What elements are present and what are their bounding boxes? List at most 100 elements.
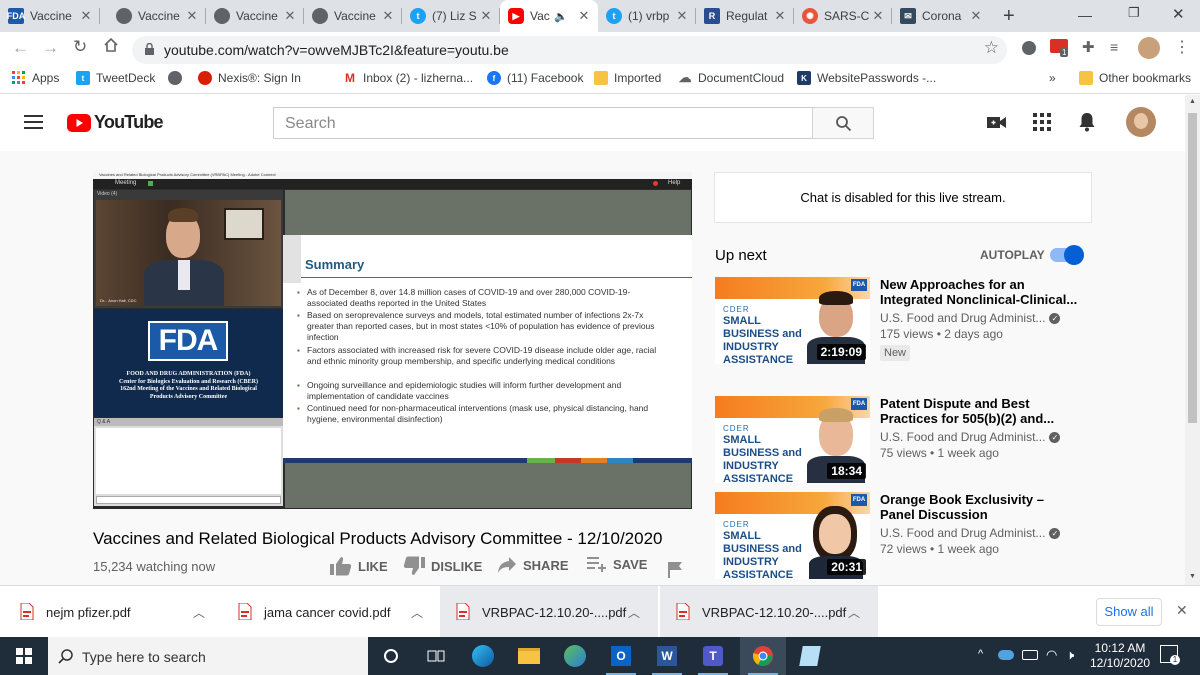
system-clock[interactable]: 10:12 AM 12/10/2020	[1090, 641, 1150, 671]
browser-tab[interactable]: t (1) vrbp ✕	[598, 0, 696, 32]
recommendation-item[interactable]: FDA CDER SMALL BUSINESS and INDUSTRY ASS…	[715, 277, 1093, 367]
maps-taskbar-button[interactable]	[552, 637, 598, 675]
browser-tab[interactable]: Vaccine ✕	[206, 0, 304, 32]
chevron-up-icon[interactable]: ︿	[628, 604, 640, 621]
account-avatar[interactable]	[1126, 107, 1156, 137]
show-all-button[interactable]: Show all	[1096, 598, 1162, 626]
browser-tab[interactable]: t (7) Liz S ✕	[402, 0, 500, 32]
extension-red-icon[interactable]: 1	[1050, 39, 1069, 57]
browser-tab[interactable]: ✉ Corona ✕	[892, 0, 990, 32]
save-button[interactable]: SAVE	[587, 556, 647, 572]
windows-start-button[interactable]	[0, 637, 48, 675]
chrome-taskbar-button[interactable]	[740, 637, 786, 675]
report-flag-icon[interactable]	[668, 562, 682, 583]
chevron-up-icon[interactable]: ︿	[848, 604, 860, 621]
youtube-logo[interactable]: YouTube	[67, 112, 164, 133]
word-taskbar-button[interactable]: W	[644, 637, 690, 675]
file-explorer-button[interactable]	[506, 637, 552, 675]
outlook-taskbar-button[interactable]: O	[598, 637, 644, 675]
close-tab-icon[interactable]: ✕	[870, 8, 886, 24]
bookmark-apps[interactable]: Apps	[12, 71, 59, 85]
close-window-button[interactable]: ✕	[1172, 5, 1185, 23]
taskbar-search-box[interactable]: Type here to search	[48, 637, 368, 675]
new-tab-button[interactable]: +	[1003, 5, 1015, 28]
close-tab-icon[interactable]: ✕	[78, 8, 94, 24]
browser-tab[interactable]: Vaccine ✕	[108, 0, 206, 32]
notifications-bell-icon[interactable]	[1078, 112, 1096, 137]
page-scrollbar[interactable]: ▲ ▼	[1185, 95, 1200, 585]
bookmark-websitepasswords[interactable]: K WebsitePasswords -...	[797, 71, 936, 85]
close-tab-icon[interactable]: ✕	[478, 8, 494, 24]
chevron-up-icon[interactable]: ︿	[411, 604, 423, 621]
forward-arrow-icon[interactable]: →	[42, 38, 59, 58]
video-thumbnail[interactable]: FDA CDER SMALL BUSINESS and INDUSTRY ASS…	[715, 396, 870, 483]
create-video-icon[interactable]	[987, 114, 1007, 135]
autoplay-toggle[interactable]	[1050, 245, 1084, 265]
apps-grid-icon[interactable]	[1033, 113, 1051, 136]
cortana-button[interactable]	[368, 637, 414, 675]
download-item[interactable]: VRBPAC-12.10.20-....pdf ︿	[440, 586, 658, 638]
close-tab-icon[interactable]: ✕	[184, 8, 200, 24]
close-tab-icon[interactable]: ✕	[576, 8, 592, 24]
search-button[interactable]	[812, 107, 874, 139]
close-downloads-icon[interactable]: ✕	[1176, 602, 1188, 619]
video-player[interactable]: Vaccines and Related Biological Products…	[93, 172, 692, 509]
action-center-icon[interactable]: 1	[1160, 645, 1180, 665]
bookmark-star-icon[interactable]: ☆	[984, 38, 999, 58]
hamburger-menu-icon[interactable]	[24, 114, 44, 135]
volume-icon[interactable]: 🕨	[1066, 647, 1074, 663]
dislike-button[interactable]: DISLIKE	[403, 556, 482, 576]
browser-tab[interactable]: R Regulat ✕	[696, 0, 794, 32]
browser-tab-active[interactable]: ▶ Vac 🔈 ✕	[500, 0, 598, 32]
speaker-icon[interactable]: 🔈	[554, 10, 568, 23]
teams-taskbar-button[interactable]: T	[690, 637, 736, 675]
close-tab-icon[interactable]: ✕	[282, 8, 298, 24]
bookmark-facebook[interactable]: f (11) Facebook	[487, 71, 583, 85]
video-thumbnail[interactable]: FDA CDER SMALL BUSINESS and INDUSTRY ASS…	[715, 492, 870, 579]
address-bar[interactable]: youtube.com/watch?v=owveMJBTc2I&feature=…	[132, 36, 1007, 64]
recommendation-item[interactable]: FDA CDER SMALL BUSINESS and INDUSTRY ASS…	[715, 396, 1093, 486]
download-item[interactable]: VRBPAC-12.10.20-....pdf ︿	[660, 586, 878, 638]
battery-icon[interactable]	[1022, 650, 1038, 660]
profile-avatar[interactable]	[1138, 37, 1160, 59]
bookmark-nexis[interactable]: Nexis®: Sign In	[198, 71, 301, 85]
close-tab-icon[interactable]: ✕	[968, 8, 984, 24]
notes-taskbar-button[interactable]	[787, 637, 833, 675]
wifi-icon[interactable]: ◠	[1046, 647, 1057, 663]
bookmarks-overflow-button[interactable]: »	[1049, 71, 1056, 85]
video-thumbnail[interactable]: FDA CDER SMALL BUSINESS and INDUSTRY ASS…	[715, 277, 870, 364]
recommendation-item[interactable]: FDA CDER SMALL BUSINESS and INDUSTRY ASS…	[715, 492, 1093, 582]
like-button[interactable]: LIKE	[330, 556, 388, 576]
extension-circle-icon[interactable]	[1022, 41, 1036, 55]
download-item[interactable]: nejm pfizer.pdf ︿	[0, 586, 220, 638]
search-input[interactable]: Search	[273, 107, 813, 139]
task-view-button[interactable]	[413, 637, 459, 675]
show-hidden-icons-chevron[interactable]: ^	[978, 648, 983, 660]
chrome-menu-icon[interactable]: ⋮	[1174, 37, 1190, 57]
bookmark-tweetdeck[interactable]: t TweetDeck	[76, 71, 155, 85]
scroll-up-arrow-icon[interactable]: ▲	[1189, 98, 1196, 105]
browser-tab[interactable]: FDA Vaccine ✕	[0, 0, 100, 32]
chevron-up-icon[interactable]: ︿	[193, 604, 205, 621]
puzzle-extensions-icon[interactable]: ✚	[1082, 38, 1095, 56]
media-control-icon[interactable]: ≡	[1110, 39, 1118, 55]
close-tab-icon[interactable]: ✕	[772, 8, 788, 24]
bookmark-globe[interactable]	[168, 71, 188, 85]
home-icon[interactable]	[103, 37, 119, 58]
scroll-down-arrow-icon[interactable]: ▼	[1189, 573, 1196, 580]
back-arrow-icon[interactable]: ←	[12, 38, 29, 58]
browser-tab[interactable]: Vaccine ✕	[304, 0, 402, 32]
bookmark-gmail[interactable]: M Inbox (2) - lizherna...	[343, 71, 473, 85]
restore-window-button[interactable]: ❐	[1128, 5, 1140, 21]
close-tab-icon[interactable]: ✕	[674, 8, 690, 24]
bookmark-other[interactable]: Other bookmarks	[1079, 71, 1191, 85]
bookmark-imported[interactable]: Imported	[594, 71, 661, 85]
bookmark-documentcloud[interactable]: ☁ DocumentCloud	[678, 70, 785, 85]
onedrive-cloud-icon[interactable]	[998, 650, 1014, 660]
close-tab-icon[interactable]: ✕	[380, 8, 396, 24]
scrollbar-thumb[interactable]	[1188, 113, 1197, 423]
reload-icon[interactable]: ↻	[73, 37, 87, 57]
share-button[interactable]: SHARE	[497, 556, 569, 574]
download-item[interactable]: jama cancer covid.pdf ︿	[220, 586, 440, 638]
browser-tab[interactable]: ✺ SARS-C ✕	[794, 0, 892, 32]
